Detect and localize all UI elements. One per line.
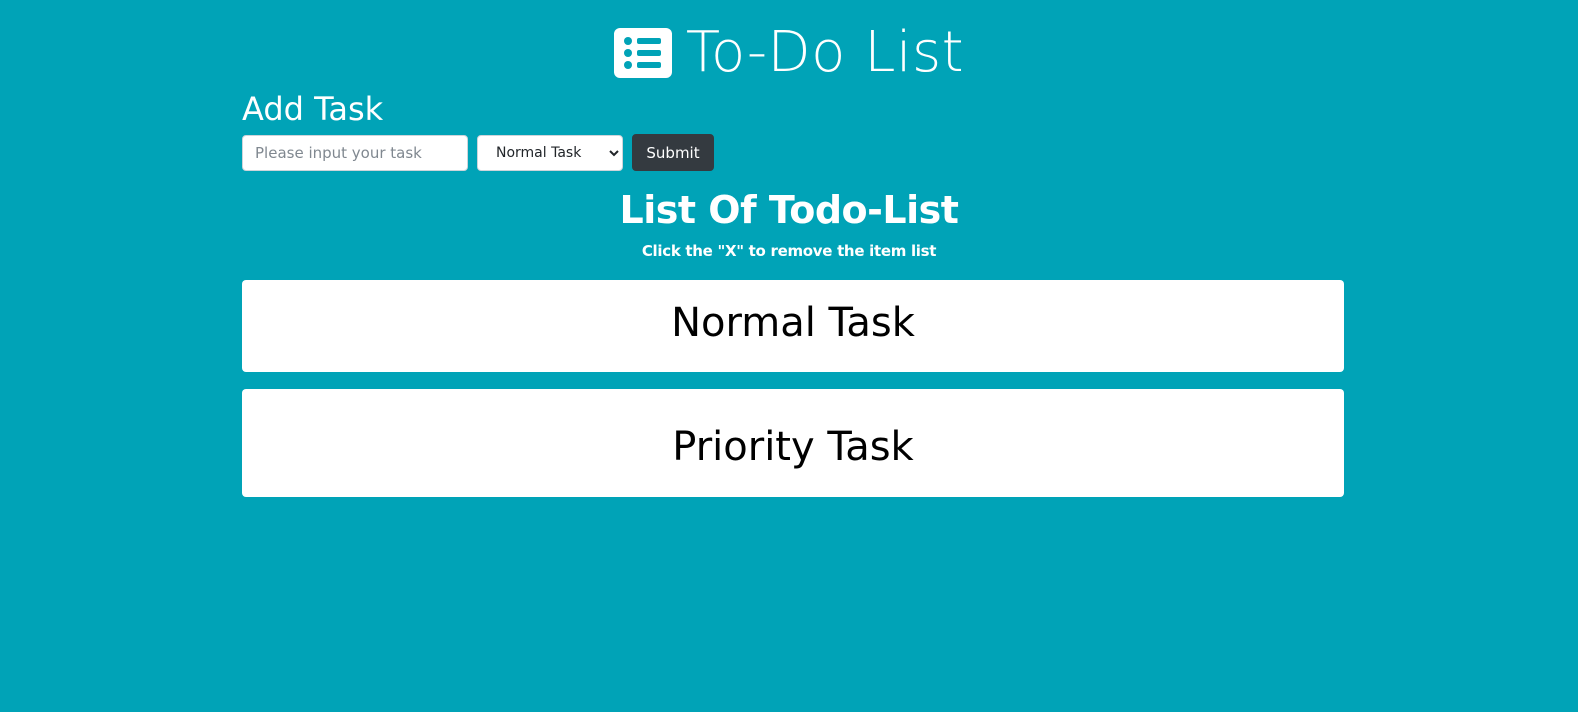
app-title: To-Do List [685,20,965,85]
task-item-label: Normal Task [671,300,915,346]
app-header: To-Do List [0,18,1578,88]
task-type-select[interactable]: Normal Task [477,135,623,171]
task-item-normal[interactable]: Normal Task [242,280,1344,372]
list-hint: Click the "X" to remove the item list [641,242,937,260]
add-task-heading: Add Task [242,90,384,128]
task-input[interactable] [242,135,468,171]
task-item-label: Priority Task [672,424,914,470]
list-icon [613,28,672,78]
list-title: List Of Todo-List [619,188,959,232]
submit-button[interactable]: Submit [632,134,714,171]
task-item-priority[interactable]: Priority Task [242,389,1344,497]
